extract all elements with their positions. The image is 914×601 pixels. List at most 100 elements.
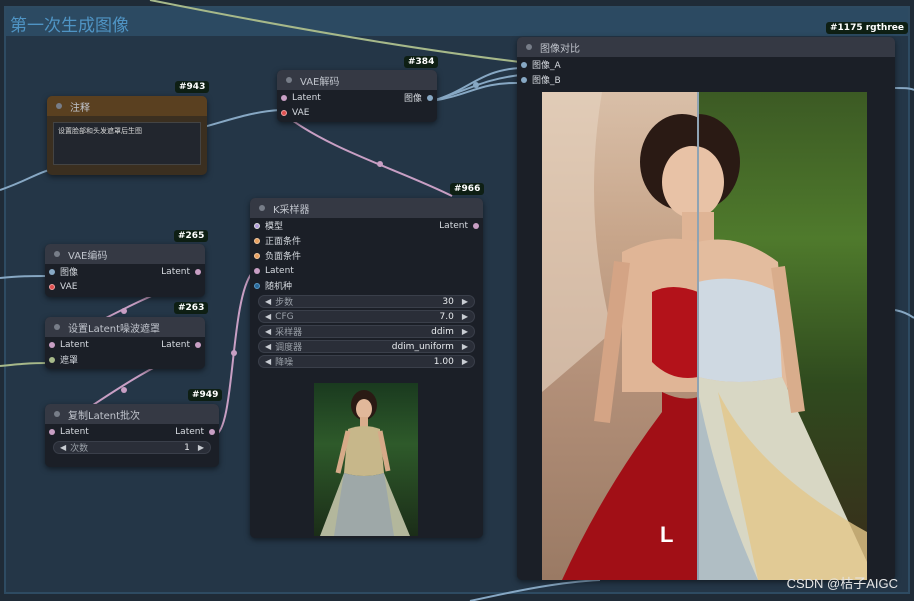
input-port-image[interactable]: 图像: [45, 265, 78, 278]
amount-widget[interactable]: ◀ 次数 1 ▶: [53, 441, 211, 454]
input-port-vae[interactable]: VAE: [45, 282, 77, 292]
sampler-widget[interactable]: ◀ 采样器 ddim ▶: [258, 325, 475, 338]
port-dot-icon[interactable]: [281, 94, 287, 101]
port-dot-icon[interactable]: [195, 341, 201, 348]
port-dot-icon[interactable]: [49, 356, 55, 363]
note-textarea[interactable]: 设置脸部和头发遮罩后生图: [53, 122, 201, 165]
input-port-latent[interactable]: Latent: [45, 340, 89, 350]
vae-encode-header[interactable]: VAE编码: [45, 244, 205, 264]
group-title[interactable]: 第一次生成图像: [6, 8, 908, 36]
collapse-dot-icon[interactable]: [54, 411, 60, 417]
increment-arrow-icon[interactable]: ▶: [462, 312, 468, 321]
port-dot-icon[interactable]: [49, 283, 55, 290]
note-node[interactable]: 注释 设置脸部和头发遮罩后生图: [47, 96, 207, 175]
increment-arrow-icon[interactable]: ▶: [198, 443, 204, 452]
ksampler-header[interactable]: K采样器: [250, 198, 483, 218]
port-label: 图像: [60, 268, 79, 278]
decrement-arrow-icon[interactable]: ◀: [60, 443, 66, 452]
port-dot-icon[interactable]: [49, 428, 55, 435]
input-port-image-a[interactable]: 图像_A: [517, 58, 561, 71]
node-graph-canvas[interactable]: 第一次生成图像 #943 注释 设置脸部和头发遮罩后生图 #384 VAE解码 …: [0, 0, 914, 601]
input-port-seed[interactable]: 随机种: [250, 279, 292, 292]
port-dot-icon[interactable]: [254, 237, 260, 244]
image-compare-header[interactable]: 图像对比: [517, 37, 895, 57]
port-dot-icon[interactable]: [49, 341, 55, 348]
decrement-arrow-icon[interactable]: ◀: [265, 342, 271, 351]
repeat-latent-node[interactable]: 复制Latent批次 Latent Latent ◀ 次数 1 ▶: [45, 404, 219, 467]
port-label: 图像: [403, 94, 422, 104]
vae-decode-node[interactable]: VAE解码 Latent 图像 VAE: [277, 70, 437, 122]
port-dot-icon[interactable]: [521, 61, 527, 68]
port-label: VAE: [60, 281, 78, 292]
output-port-latent[interactable]: Latent: [175, 427, 215, 437]
decrement-arrow-icon[interactable]: ◀: [265, 357, 271, 366]
vae-decode-title: VAE解码: [300, 76, 340, 88]
vae-encode-title: VAE编码: [68, 250, 108, 262]
increment-arrow-icon[interactable]: ▶: [462, 327, 468, 336]
repeat-latent-header[interactable]: 复制Latent批次: [45, 404, 219, 424]
input-port-latent[interactable]: Latent: [250, 266, 294, 276]
steps-widget[interactable]: ◀ 步数 30 ▶: [258, 295, 475, 308]
vae-encode-node[interactable]: VAE编码 图像 Latent VAE: [45, 244, 205, 297]
vae-decode-header[interactable]: VAE解码: [277, 70, 437, 90]
image-a: L: [542, 92, 724, 580]
set-latent-mask-node[interactable]: 设置Latent噪波遮罩 Latent Latent 遮罩: [45, 317, 205, 369]
image-compare-title: 图像对比: [540, 43, 580, 55]
compare-image-viewer[interactable]: L: [542, 92, 867, 580]
collapse-dot-icon[interactable]: [54, 251, 60, 257]
input-port-negative[interactable]: 负面条件: [250, 249, 301, 262]
input-port-image-b[interactable]: 图像_B: [517, 73, 561, 86]
input-port-model[interactable]: 模型: [250, 219, 283, 232]
increment-arrow-icon[interactable]: ▶: [462, 342, 468, 351]
port-dot-icon[interactable]: [281, 109, 287, 116]
port-label: Latent: [265, 265, 294, 276]
port-dot-icon[interactable]: [49, 268, 55, 275]
collapse-dot-icon[interactable]: [259, 205, 265, 211]
image-a-figure-graphic: L: [542, 92, 724, 580]
port-dot-icon[interactable]: [209, 428, 215, 435]
port-label: Latent: [175, 426, 204, 437]
port-dot-icon[interactable]: [254, 222, 260, 229]
input-port-vae[interactable]: VAE: [277, 108, 309, 118]
port-label: VAE: [292, 107, 310, 118]
preview-figure-graphic: [320, 390, 410, 536]
increment-arrow-icon[interactable]: ▶: [462, 297, 468, 306]
preview-image[interactable]: [314, 383, 418, 536]
collapse-dot-icon[interactable]: [56, 103, 62, 109]
widget-value: 1.00: [433, 356, 454, 367]
collapse-dot-icon[interactable]: [54, 324, 60, 330]
decrement-arrow-icon[interactable]: ◀: [265, 297, 271, 306]
decrement-arrow-icon[interactable]: ◀: [265, 312, 271, 321]
output-port-image[interactable]: 图像: [404, 91, 433, 104]
port-dot-icon[interactable]: [254, 282, 260, 289]
increment-arrow-icon[interactable]: ▶: [462, 357, 468, 366]
image-b: [656, 92, 867, 580]
port-dot-icon[interactable]: [254, 267, 260, 274]
scheduler-widget[interactable]: ◀ 调度器 ddim_uniform ▶: [258, 340, 475, 353]
collapse-dot-icon[interactable]: [286, 77, 292, 83]
input-port-latent[interactable]: Latent: [277, 93, 321, 103]
output-port-latent[interactable]: Latent: [161, 340, 201, 350]
port-label: 模型: [265, 222, 284, 232]
ksampler-node[interactable]: K采样器 模型 Latent 正面条件 负面条件 Latent 随机种 ◀ 步数…: [250, 198, 483, 538]
decrement-arrow-icon[interactable]: ◀: [265, 327, 271, 336]
output-port-latent[interactable]: Latent: [161, 267, 201, 277]
collapse-dot-icon[interactable]: [526, 44, 532, 50]
cfg-widget[interactable]: ◀ CFG 7.0 ▶: [258, 310, 475, 323]
widget-label: 步数: [275, 298, 294, 308]
ksampler-title: K采样器: [273, 204, 310, 216]
input-port-latent[interactable]: Latent: [45, 427, 89, 437]
port-dot-icon[interactable]: [521, 76, 527, 83]
output-port-latent[interactable]: Latent: [439, 221, 479, 231]
set-latent-mask-header[interactable]: 设置Latent噪波遮罩: [45, 317, 205, 337]
compare-slider-divider[interactable]: [697, 92, 699, 580]
port-dot-icon[interactable]: [427, 94, 433, 101]
port-dot-icon[interactable]: [254, 252, 260, 259]
port-dot-icon[interactable]: [195, 268, 201, 275]
image-compare-node[interactable]: 图像对比 图像_A 图像_B L: [517, 37, 895, 580]
input-port-positive[interactable]: 正面条件: [250, 234, 301, 247]
denoise-widget[interactable]: ◀ 降噪 1.00 ▶: [258, 355, 475, 368]
input-port-mask[interactable]: 遮罩: [45, 353, 78, 366]
note-node-header[interactable]: 注释: [47, 96, 207, 116]
port-dot-icon[interactable]: [473, 222, 479, 229]
